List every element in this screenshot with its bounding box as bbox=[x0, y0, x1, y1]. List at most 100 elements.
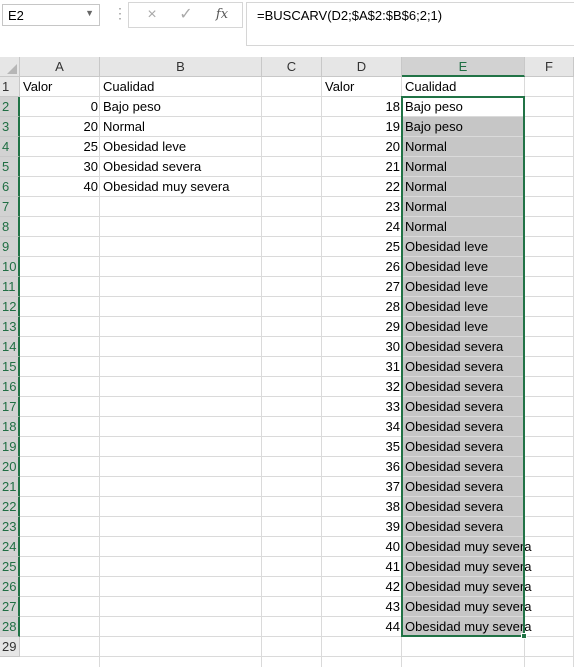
value-cell[interactable]: 37 bbox=[322, 477, 402, 497]
row-header-4[interactable]: 4 bbox=[0, 137, 20, 157]
result-cell[interactable]: Obesidad severa bbox=[402, 457, 525, 477]
result-cell[interactable]: Normal bbox=[402, 197, 525, 217]
value-cell[interactable]: 43 bbox=[322, 597, 402, 617]
value-cell[interactable]: 30 bbox=[322, 337, 402, 357]
fill-handle[interactable] bbox=[521, 633, 527, 639]
formula-input[interactable]: =BUSCARV(D2;$A$2:$B$6;2;1) bbox=[246, 2, 574, 46]
value-cell[interactable]: 40 bbox=[322, 537, 402, 557]
lookup-value-cell[interactable]: 20 bbox=[20, 117, 100, 137]
result-cell[interactable]: Normal bbox=[402, 157, 525, 177]
result-cell[interactable]: Obesidad leve bbox=[402, 297, 525, 317]
lookup-value-cell[interactable]: 0 bbox=[20, 97, 100, 117]
value-cell[interactable]: 26 bbox=[322, 257, 402, 277]
cancel-icon[interactable]: × bbox=[139, 5, 165, 25]
result-cell[interactable]: Normal bbox=[402, 137, 525, 157]
lookup-category-cell[interactable]: Obesidad severa bbox=[100, 157, 262, 177]
row-header-1[interactable]: 1 bbox=[0, 77, 20, 97]
row-header-13[interactable]: 13 bbox=[0, 317, 20, 337]
value-cell[interactable]: 21 bbox=[322, 157, 402, 177]
row-header-12[interactable]: 12 bbox=[0, 297, 20, 317]
row-header-21[interactable]: 21 bbox=[0, 477, 20, 497]
row-header-26[interactable]: 26 bbox=[0, 577, 20, 597]
result-cell[interactable]: Obesidad severa bbox=[402, 517, 525, 537]
value-cell[interactable]: 25 bbox=[322, 237, 402, 257]
row-header-28[interactable]: 28 bbox=[0, 617, 20, 637]
column-header-b[interactable]: B bbox=[100, 57, 262, 77]
result-cell[interactable]: Obesidad muy severa bbox=[402, 577, 531, 597]
value-cell[interactable]: 18 bbox=[322, 97, 402, 117]
row-header-25[interactable]: 25 bbox=[0, 557, 20, 577]
column-header-e[interactable]: E bbox=[402, 57, 525, 77]
value-cell[interactable]: 39 bbox=[322, 517, 402, 537]
value-cell[interactable]: 19 bbox=[322, 117, 402, 137]
row-header-27[interactable]: 27 bbox=[0, 597, 20, 617]
value-cell[interactable]: 20 bbox=[322, 137, 402, 157]
result-cell[interactable]: Obesidad severa bbox=[402, 377, 525, 397]
result-cell[interactable]: Obesidad muy severa bbox=[402, 617, 531, 637]
result-cell[interactable]: Bajo peso bbox=[402, 117, 525, 137]
result-cell[interactable]: Obesidad muy severa bbox=[402, 557, 531, 577]
row-header-19[interactable]: 19 bbox=[0, 437, 20, 457]
row-header-11[interactable]: 11 bbox=[0, 277, 20, 297]
value-cell[interactable]: 22 bbox=[322, 177, 402, 197]
result-cell[interactable]: Obesidad leve bbox=[402, 277, 525, 297]
value-cell[interactable]: 29 bbox=[322, 317, 402, 337]
result-cell[interactable]: Bajo peso bbox=[402, 97, 525, 117]
value-cell[interactable]: 24 bbox=[322, 217, 402, 237]
lookup-value-cell[interactable]: 40 bbox=[20, 177, 100, 197]
value-cell[interactable]: 34 bbox=[322, 417, 402, 437]
header-cell-valor[interactable]: Valor bbox=[20, 77, 100, 97]
value-cell[interactable]: 36 bbox=[322, 457, 402, 477]
result-cell[interactable]: Obesidad severa bbox=[402, 477, 525, 497]
header-cell-cualidad[interactable]: Cualidad bbox=[100, 77, 262, 97]
row-header-14[interactable]: 14 bbox=[0, 337, 20, 357]
row-header-24[interactable]: 24 bbox=[0, 537, 20, 557]
check-icon[interactable]: ✓ bbox=[173, 5, 199, 25]
value-cell[interactable]: 35 bbox=[322, 437, 402, 457]
lookup-category-cell[interactable]: Normal bbox=[100, 117, 262, 137]
row-header-29[interactable]: 29 bbox=[0, 637, 20, 657]
row-header-20[interactable]: 20 bbox=[0, 457, 20, 477]
result-cell[interactable]: Obesidad severa bbox=[402, 357, 525, 377]
value-cell[interactable]: 38 bbox=[322, 497, 402, 517]
column-header-c[interactable]: C bbox=[262, 57, 322, 77]
value-cell[interactable]: 23 bbox=[322, 197, 402, 217]
result-cell[interactable]: Obesidad muy severa bbox=[402, 597, 531, 617]
more-options-icon[interactable]: ⋮ bbox=[113, 5, 127, 21]
row-header-16[interactable]: 16 bbox=[0, 377, 20, 397]
header-cell-cualidad[interactable]: Cualidad bbox=[402, 77, 525, 97]
lookup-category-cell[interactable]: Obesidad muy severa bbox=[100, 177, 262, 197]
result-cell[interactable]: Obesidad severa bbox=[402, 337, 525, 357]
value-cell[interactable]: 41 bbox=[322, 557, 402, 577]
lookup-value-cell[interactable]: 25 bbox=[20, 137, 100, 157]
select-all-corner[interactable] bbox=[0, 57, 20, 77]
result-cell[interactable]: Obesidad leve bbox=[402, 257, 525, 277]
lookup-value-cell[interactable]: 30 bbox=[20, 157, 100, 177]
result-cell[interactable]: Obesidad leve bbox=[402, 317, 525, 337]
result-cell[interactable]: Normal bbox=[402, 177, 525, 197]
value-cell[interactable]: 42 bbox=[322, 577, 402, 597]
row-header-18[interactable]: 18 bbox=[0, 417, 20, 437]
column-header-a[interactable]: A bbox=[20, 57, 100, 77]
result-cell[interactable]: Obesidad severa bbox=[402, 417, 525, 437]
lookup-category-cell[interactable]: Bajo peso bbox=[100, 97, 262, 117]
name-box[interactable]: E2 ▼ bbox=[2, 4, 100, 26]
result-cell[interactable]: Obesidad severa bbox=[402, 437, 525, 457]
row-header-2[interactable]: 2 bbox=[0, 97, 20, 117]
row-header-15[interactable]: 15 bbox=[0, 357, 20, 377]
value-cell[interactable]: 28 bbox=[322, 297, 402, 317]
value-cell[interactable]: 33 bbox=[322, 397, 402, 417]
row-header-7[interactable]: 7 bbox=[0, 197, 20, 217]
value-cell[interactable]: 32 bbox=[322, 377, 402, 397]
value-cell[interactable]: 31 bbox=[322, 357, 402, 377]
row-header-10[interactable]: 10 bbox=[0, 257, 20, 277]
insert-function-icon[interactable]: fx bbox=[209, 5, 235, 25]
header-cell-valor[interactable]: Valor bbox=[322, 77, 402, 97]
result-cell[interactable]: Obesidad severa bbox=[402, 397, 525, 417]
column-header-d[interactable]: D bbox=[322, 57, 402, 77]
column-header-f[interactable]: F bbox=[525, 57, 574, 77]
lookup-category-cell[interactable]: Obesidad leve bbox=[100, 137, 262, 157]
result-cell[interactable]: Obesidad muy severa bbox=[402, 537, 531, 557]
result-cell[interactable]: Obesidad leve bbox=[402, 237, 525, 257]
result-cell[interactable]: Obesidad severa bbox=[402, 497, 525, 517]
